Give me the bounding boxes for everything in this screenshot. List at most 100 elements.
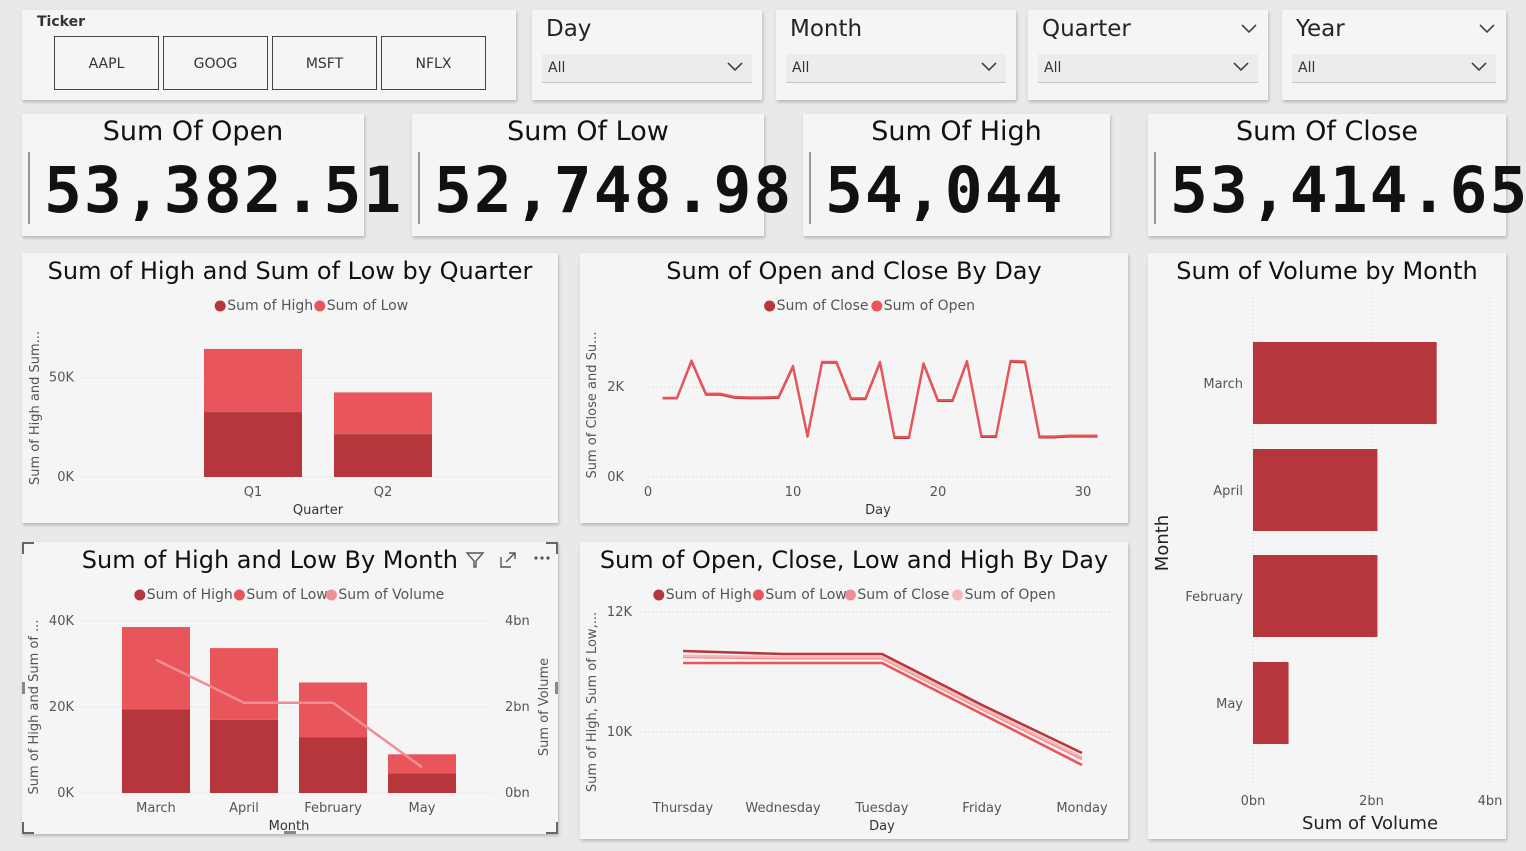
legend-label: Sum of Low [246, 587, 327, 603]
x-tick-label: Wednesday [745, 801, 821, 816]
year-dropdown[interactable]: All [1292, 54, 1496, 83]
year-slicer-label: Year [1296, 16, 1345, 42]
legend-label: Sum of Volume [338, 587, 444, 603]
kpi-value: 53,382.51 [44, 154, 404, 227]
kpi-value: 54,044 [825, 154, 1065, 227]
chart-plot: Sum of High Sum of Low 0K 50K Q1 Q2 Quarter Sum… [28, 298, 552, 518]
y-tick-label: May [1216, 697, 1243, 712]
month-dropdown[interactable]: All [786, 54, 1006, 83]
day-dropdown[interactable]: All [542, 54, 752, 83]
axis-title: Sum of High and Sum... [28, 331, 43, 485]
legend-label: Sum of High [227, 298, 313, 314]
ticker-button-goog[interactable]: GOOG [163, 36, 268, 90]
x-tick-label: Monday [1056, 801, 1108, 816]
legend-label: Sum of Low [327, 298, 408, 314]
chart-high-low-by-quarter[interactable]: Sum of High and Sum of Low by Quarter Su… [22, 253, 558, 523]
kpi-divider [809, 152, 811, 224]
legend-marker [752, 589, 764, 601]
bar-sum-of-high [210, 719, 278, 793]
chart-high-low-by-month[interactable]: Sum of High and Low By Month Sum of High… [22, 542, 558, 834]
legend-label: Sum of High [147, 587, 233, 603]
kpi-divider [28, 152, 30, 224]
y2-tick-label: 4bn [505, 614, 530, 629]
x-tick-label: Friday [962, 801, 1002, 816]
axis-title: Sum of Volume [537, 658, 552, 756]
quarter-slicer: Quarter All [1028, 10, 1268, 100]
axis-title: Sum of High, Sum of Low,... [585, 612, 600, 792]
chevron-down-icon[interactable] [1478, 22, 1496, 34]
bar-sum-of-volume [1253, 342, 1437, 424]
y-tick-label: 12K [607, 605, 633, 620]
bar-sum-of-high [388, 773, 456, 793]
ticker-button-msft[interactable]: MSFT [272, 36, 377, 90]
quarter-dropdown[interactable]: All [1038, 54, 1258, 83]
legend-label: Sum of Close [857, 587, 949, 603]
line-sum-of-volume [155, 658, 423, 769]
kpi-card-close: Sum Of Close 53,414.65 [1148, 114, 1526, 236]
x-tick-label: February [304, 801, 362, 816]
kpi-title: Sum Of Open [102, 116, 284, 147]
legend-marker [134, 589, 146, 601]
y-tick-label: March [1203, 377, 1243, 392]
x-tick-label: 0 [644, 485, 652, 500]
y2-tick-label: 0bn [505, 786, 530, 801]
y-tick-label: 20K [49, 700, 75, 715]
y-tick-label: 10K [607, 725, 633, 740]
x-tick-label: May [409, 801, 436, 816]
x-tick-label: Thursday [652, 801, 714, 816]
kpi-title: Sum Of Close [1235, 116, 1419, 147]
legend-label: Sum of Open [884, 298, 975, 314]
bar-sum-of-high [122, 709, 190, 793]
x-tick-label: 20 [930, 485, 947, 500]
bar-sum-of-volume [1253, 449, 1378, 531]
day-slicer-label: Day [546, 16, 592, 42]
chart-volume-by-month[interactable]: Sum of Volume by Month 0bn 2bn 4bn March Apr… [1148, 253, 1506, 839]
year-slicer: Year All [1282, 10, 1506, 100]
chart-plot: Sum of High Sum of Low Sum of Volume 0K 0bn 2… [27, 587, 552, 834]
chevron-down-icon [1471, 62, 1487, 72]
chevron-down-icon[interactable] [1240, 22, 1258, 34]
quarter-dropdown-value: All [1044, 60, 1062, 76]
line-sum-of-low [683, 661, 1083, 767]
month-slicer-label: Month [790, 16, 863, 42]
kpi-divider [1154, 152, 1156, 224]
bar-sum-of-high [334, 434, 432, 477]
chart-ochl-by-weekday[interactable]: Sum of Open, Close, Low and High By Day … [580, 542, 1128, 839]
ticker-slicer: Ticker AAPL GOOG MSFT NFLX [22, 10, 516, 100]
legend-marker [871, 300, 883, 312]
bar-sum-of-low [210, 648, 278, 720]
x-tick-label: Tuesday [855, 801, 909, 816]
x-tick-label: 30 [1075, 485, 1092, 500]
legend-marker [952, 589, 964, 601]
kpi-divider [418, 152, 420, 224]
x-axis-title: Day [865, 503, 891, 518]
x-tick-label: Q2 [374, 485, 393, 500]
y-tick-label: 40K [49, 614, 75, 629]
chevron-down-icon [1233, 62, 1249, 72]
x-tick-label: 2bn [1359, 794, 1384, 809]
bar-sum-of-volume [1253, 662, 1289, 744]
bar-sum-of-high [204, 412, 302, 477]
legend-marker [325, 589, 337, 601]
chevron-down-icon [727, 62, 743, 72]
x-tick-label: 0bn [1241, 794, 1266, 809]
x-tick-label: March [136, 801, 176, 816]
bar-sum-of-low [122, 627, 190, 710]
kpi-card-high: Sum Of High 54,044 [803, 114, 1110, 236]
line-sum-of-close [682, 655, 1083, 761]
legend-label: Sum of Low [765, 587, 846, 603]
bar-sum-of-low [388, 754, 456, 774]
kpi-value: 52,748.98 [434, 154, 794, 227]
x-tick-label: 4bn [1478, 794, 1503, 809]
legend-marker [233, 589, 245, 601]
line-sum-of-high [682, 649, 1083, 755]
line-sum-of-open [682, 654, 1083, 759]
ticker-button-aapl[interactable]: AAPL [54, 36, 159, 90]
ticker-button-nflx[interactable]: NFLX [381, 36, 486, 90]
ticker-slicer-label: Ticker [37, 14, 85, 30]
bar-sum-of-high [299, 737, 367, 793]
chart-open-close-by-day[interactable]: Sum of Open and Close By Day Sum of Clos… [580, 253, 1128, 523]
axis-title: Sum of High and Sum of ... [27, 620, 42, 795]
legend-label: Sum of Open [965, 587, 1056, 603]
year-dropdown-value: All [1298, 60, 1316, 76]
